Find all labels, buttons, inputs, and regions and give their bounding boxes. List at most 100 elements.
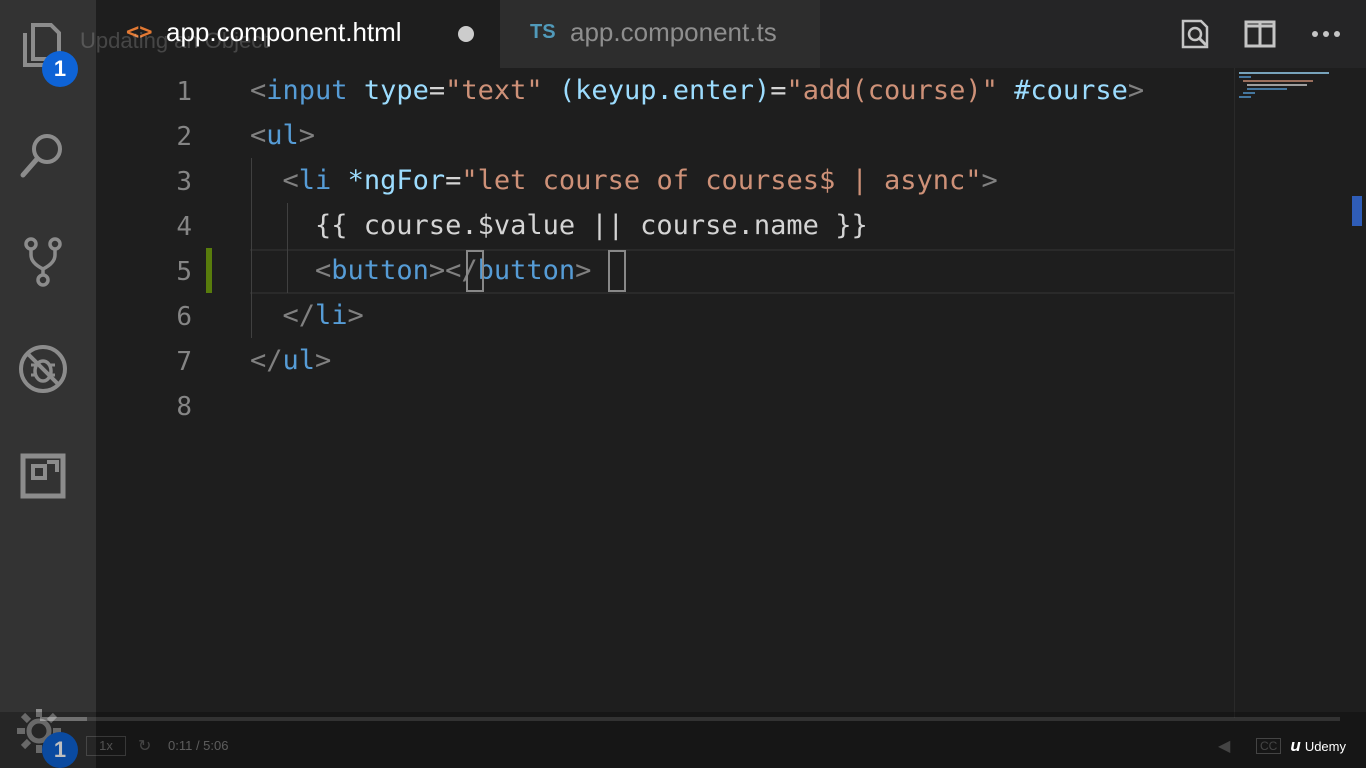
code-token: > <box>1127 75 1145 106</box>
code-token: *ngFor <box>347 165 446 196</box>
more-actions-button[interactable] <box>1306 14 1346 54</box>
code-token: > <box>428 255 446 286</box>
code-line[interactable]: {{ course.$value || course.name }} <box>250 203 868 248</box>
line-number: 8 <box>176 392 192 422</box>
code-token: < <box>250 75 267 106</box>
code-line[interactable]: </ul> <box>250 338 331 383</box>
video-time: 0:11 / 5:06 <box>168 738 229 753</box>
code-token: < <box>282 165 299 196</box>
code-token: button <box>477 255 576 286</box>
search-button[interactable] <box>14 126 72 184</box>
code-token: > <box>347 300 364 331</box>
bracket-match-highlight <box>608 250 626 292</box>
modified-line-indicator <box>206 248 212 293</box>
code-line[interactable]: </li> <box>250 293 364 338</box>
minimap-line <box>1239 76 1251 78</box>
line-number: 1 <box>176 77 192 107</box>
minimap-line <box>1239 96 1251 98</box>
split-editor-icon <box>1244 20 1276 48</box>
unsaved-dot-icon[interactable] <box>458 26 474 42</box>
tab-label: app.component.ts <box>570 17 777 47</box>
source-control-icon <box>24 237 62 287</box>
more-actions-icon <box>1312 31 1340 37</box>
code-token: ul <box>266 120 299 151</box>
code-token: li <box>298 165 332 196</box>
typescript-file-icon: TS <box>530 21 556 43</box>
debug-button[interactable] <box>14 340 72 398</box>
code-editor[interactable]: 1 2 3 4 5 6 7 8 <input type="text" (keyu… <box>96 68 1234 768</box>
code-token: = <box>770 75 787 106</box>
minimap-line <box>1243 80 1313 82</box>
code-token: button <box>331 255 429 286</box>
open-preview-icon <box>1181 19 1209 49</box>
vertical-scrollbar[interactable] <box>1350 68 1366 718</box>
tab-app-component-ts[interactable]: TS app.component.ts <box>500 0 820 68</box>
code-token: </ <box>282 300 316 331</box>
captions-icon[interactable]: CC <box>1256 738 1282 754</box>
bracket-match-highlight <box>466 250 484 292</box>
extensions-button[interactable] <box>14 447 72 505</box>
line-number: 7 <box>176 347 192 377</box>
minimap[interactable] <box>1234 68 1350 718</box>
code-line[interactable]: <ul> <box>250 113 315 158</box>
line-number: 4 <box>176 212 192 242</box>
code-token: < <box>315 255 332 286</box>
playback-speed-button[interactable]: 1x <box>86 736 126 756</box>
minimap-line <box>1243 92 1255 94</box>
code-token: </ <box>250 345 283 376</box>
minimap-line <box>1239 72 1329 74</box>
code-token: > <box>315 345 332 376</box>
open-preview-button[interactable] <box>1176 14 1216 54</box>
code-token: "add(course)" <box>786 75 998 106</box>
lecture-title-overlay: Updating an Object <box>80 28 269 53</box>
extensions-icon <box>20 453 66 499</box>
debug-icon <box>19 345 67 393</box>
tab-bar: <> app.component.html TS app.component.t… <box>96 0 1366 68</box>
code-token: > <box>981 165 998 196</box>
video-progress-track[interactable] <box>40 717 1340 721</box>
scrollbar-thumb[interactable] <box>1352 196 1362 226</box>
code-token: = <box>428 75 446 106</box>
line-number-gutter: 1 2 3 4 5 6 7 8 <box>96 68 226 768</box>
line-number: 3 <box>176 167 192 197</box>
line-number: 5 <box>176 257 192 287</box>
code-token: ul <box>282 345 316 376</box>
brand-label: Udemy <box>1304 738 1346 754</box>
code-line[interactable]: <button></button> <box>250 248 591 293</box>
code-token: "text" <box>445 75 543 106</box>
minimap-line <box>1247 88 1287 90</box>
code-token: "let course of courses$ | async" <box>461 165 982 196</box>
code-token: input <box>266 75 348 106</box>
code-line[interactable]: <li *ngFor="let course of courses$ | asy… <box>250 158 998 203</box>
explorer-badge: 1 <box>42 51 78 87</box>
code-line[interactable]: <input type="text" (keyup.enter)="add(co… <box>250 68 1144 113</box>
minimap-line <box>1247 84 1307 86</box>
editor-actions <box>1176 0 1366 68</box>
line-number: 6 <box>176 302 192 332</box>
source-control-button[interactable] <box>14 233 72 291</box>
video-progress-fill <box>40 717 87 721</box>
split-editor-button[interactable] <box>1240 14 1280 54</box>
video-player-controls: 1x ↻ 0:11 / 5:06 ◀ CC u Udemy <box>0 712 1366 768</box>
code-token: {{ course.$value || course.name }} <box>250 210 868 241</box>
line-number: 2 <box>176 122 192 152</box>
udemy-logo: u Udemy <box>1290 736 1346 756</box>
code-token: li <box>315 300 348 331</box>
code-token: < <box>250 120 267 151</box>
volume-icon[interactable]: ◀ <box>1218 736 1230 756</box>
replay-icon[interactable]: ↻ <box>138 736 151 756</box>
code-token: > <box>298 120 316 151</box>
code-token: #course <box>1014 75 1128 106</box>
code-token: > <box>575 255 592 286</box>
search-icon <box>20 134 62 178</box>
udemy-mark-icon: u <box>1290 736 1301 755</box>
code-token: = <box>445 165 462 196</box>
code-token: (keyup.enter) <box>558 75 771 106</box>
